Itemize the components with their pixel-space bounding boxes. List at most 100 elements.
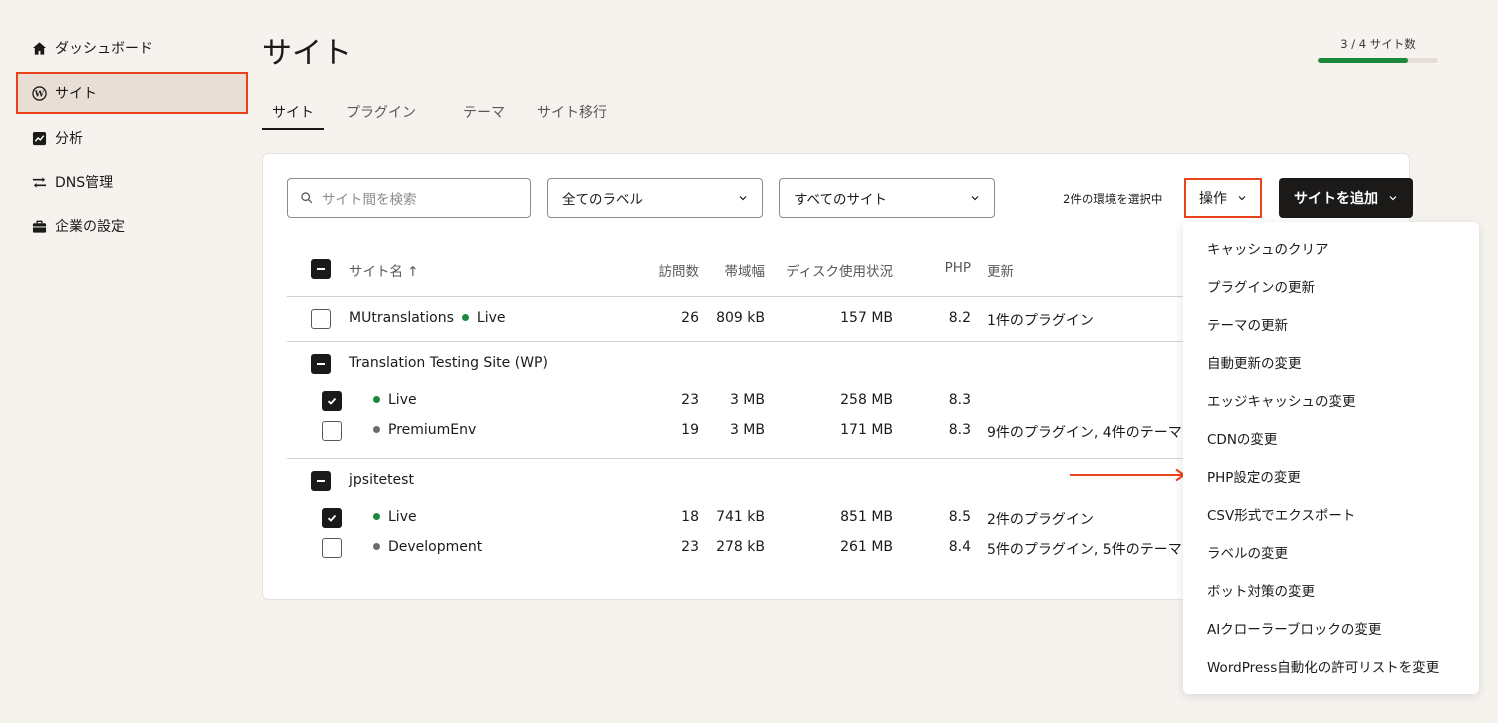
menu-item-change-wp-automation-allowlist[interactable]: WordPress自動化の許可リストを変更 (1183, 647, 1479, 685)
row-checkbox[interactable] (322, 421, 342, 441)
disk-value: 258 MB (840, 392, 893, 408)
bandwidth-value: 3 MB (729, 392, 765, 408)
visits-value: 18 (681, 509, 699, 525)
sidebar-item-label: DNS管理 (55, 175, 114, 191)
disk-value: 157 MB (840, 310, 893, 326)
visits-value: 23 (681, 392, 699, 408)
chevron-down-icon (1389, 196, 1397, 201)
column-header-name[interactable]: サイト名 ↑ (349, 260, 419, 280)
sidebar-item-label: サイト (55, 86, 97, 102)
chevron-down-icon (739, 196, 747, 201)
row-checkbox[interactable] (322, 538, 342, 558)
updates-value[interactable]: 1件のプラグイン (987, 310, 1094, 330)
bandwidth-value: 3 MB (729, 422, 765, 438)
column-header-visits[interactable]: 訪問数 (643, 260, 700, 280)
env-name-cell[interactable]: PremiumEnv (373, 422, 476, 438)
site-filter-value: すべてのサイト (794, 192, 888, 208)
disk-value: 171 MB (840, 422, 893, 438)
analytics-icon (32, 131, 47, 146)
sidebar-item-sites[interactable]: W サイト (16, 72, 248, 114)
sidebar-item-dashboard[interactable]: ダッシュボード (16, 26, 248, 70)
group-checkbox[interactable] (311, 354, 331, 374)
php-value: 8.5 (948, 509, 971, 525)
visits-value: 19 (681, 422, 699, 438)
minus-icon (317, 480, 325, 482)
menu-item-clear-cache[interactable]: キャッシュのクリア (1183, 229, 1479, 267)
env-name-cell[interactable]: Development (373, 539, 482, 555)
disk-value: 261 MB (840, 539, 893, 555)
check-icon (327, 514, 337, 522)
menu-item-update-plugins[interactable]: プラグインの更新 (1183, 267, 1479, 305)
label-filter-select[interactable]: 全てのラベル (547, 178, 763, 218)
env-name-cell[interactable]: Live (373, 392, 417, 408)
search-input[interactable]: サイト間を検索 (287, 178, 531, 218)
menu-item-change-edge-cache[interactable]: エッジキャッシュの変更 (1183, 381, 1479, 419)
add-site-button[interactable]: サイトを追加 (1279, 178, 1413, 218)
menu-item-export-csv[interactable]: CSV形式でエクスポート (1183, 495, 1479, 533)
column-header-php[interactable]: PHP (923, 260, 971, 276)
live-status-dot (373, 512, 380, 520)
menu-item-change-ai-crawler-block[interactable]: AIクローラーブロックの変更 (1183, 609, 1479, 647)
live-status-dot (461, 313, 469, 321)
chevron-down-icon (1238, 196, 1246, 201)
actions-button[interactable]: 操作 (1184, 178, 1262, 218)
sidebar-item-dns[interactable]: DNS管理 (16, 160, 248, 204)
column-header-updates[interactable]: 更新 (987, 260, 1014, 280)
env-name: Live (476, 310, 506, 326)
menu-item-change-cdn[interactable]: CDNの変更 (1183, 419, 1479, 457)
visits-value: 26 (681, 310, 699, 326)
menu-item-change-bot-protection[interactable]: ボット対策の変更 (1183, 571, 1479, 609)
row-checkbox[interactable] (311, 309, 331, 329)
updates-value[interactable]: 5件のプラグイン, 5件のテーマ (987, 539, 1182, 559)
actions-button-label: 操作 (1199, 191, 1227, 207)
sidebar-item-analytics[interactable]: 分析 (16, 116, 248, 160)
site-filter-select[interactable]: すべてのサイト (779, 178, 995, 218)
updates-value[interactable]: 9件のプラグイン, 4件のテーマ (987, 422, 1182, 442)
env-name: Live (388, 509, 417, 525)
site-group-name[interactable]: Translation Testing Site (WP) (349, 355, 548, 371)
group-checkbox[interactable] (311, 471, 331, 491)
select-all-checkbox[interactable] (311, 259, 331, 279)
tab-plugins[interactable]: プラグイン (346, 96, 416, 130)
menu-item-change-labels[interactable]: ラベルの変更 (1183, 533, 1479, 571)
column-header-bandwidth[interactable]: 帯域幅 (707, 260, 766, 280)
column-header-disk[interactable]: ディスク使用状況 (773, 260, 893, 280)
briefcase-icon (32, 219, 47, 234)
sidebar-item-label: 分析 (55, 131, 83, 147)
tab-site-migration[interactable]: サイト移行 (537, 96, 607, 130)
minus-icon (317, 268, 325, 270)
env-name-cell[interactable]: Live (373, 509, 417, 525)
site-name[interactable]: MUtranslations Live (349, 310, 506, 326)
wordpress-icon: W (32, 85, 47, 101)
tab-bar: サイト プラグイン テーマ サイト移行 (262, 96, 607, 130)
site-group-name[interactable]: jpsitetest (349, 472, 414, 488)
annotation-arrow-icon (1070, 468, 1186, 482)
row-checkbox[interactable] (322, 391, 342, 411)
svg-text:W: W (34, 88, 45, 98)
row-checkbox[interactable] (322, 508, 342, 528)
menu-item-change-php-settings[interactable]: PHP設定の変更 (1183, 457, 1479, 495)
php-value: 8.3 (948, 422, 971, 438)
menu-item-change-auto-updates[interactable]: 自動更新の変更 (1183, 343, 1479, 381)
site-quota: 3 / 4 サイト数 (1318, 36, 1438, 63)
php-value: 8.4 (948, 539, 971, 555)
bandwidth-value: 809 kB (716, 310, 765, 326)
check-icon (327, 397, 337, 405)
home-icon (32, 41, 47, 56)
php-value: 8.3 (948, 392, 971, 408)
visits-value: 23 (681, 539, 699, 555)
sidebar: ダッシュボード W サイト 分析 DNS管理 企業の設定 (16, 26, 248, 248)
env-status: Live (461, 310, 506, 326)
tab-sites[interactable]: サイト (262, 96, 324, 130)
chevron-down-icon (971, 196, 979, 201)
live-status-dot (373, 395, 380, 403)
sidebar-item-label: 企業の設定 (55, 219, 125, 235)
tab-themes[interactable]: テーマ (463, 96, 505, 130)
actions-menu: キャッシュのクリア プラグインの更新 テーマの更新 自動更新の変更 エッジキャッ… (1183, 222, 1479, 694)
sidebar-item-label: ダッシュボード (55, 41, 153, 57)
sidebar-item-company-settings[interactable]: 企業の設定 (16, 204, 248, 248)
bandwidth-value: 741 kB (716, 509, 765, 525)
updates-value[interactable]: 2件のプラグイン (987, 509, 1094, 529)
php-value: 8.2 (948, 310, 971, 326)
menu-item-update-themes[interactable]: テーマの更新 (1183, 305, 1479, 343)
